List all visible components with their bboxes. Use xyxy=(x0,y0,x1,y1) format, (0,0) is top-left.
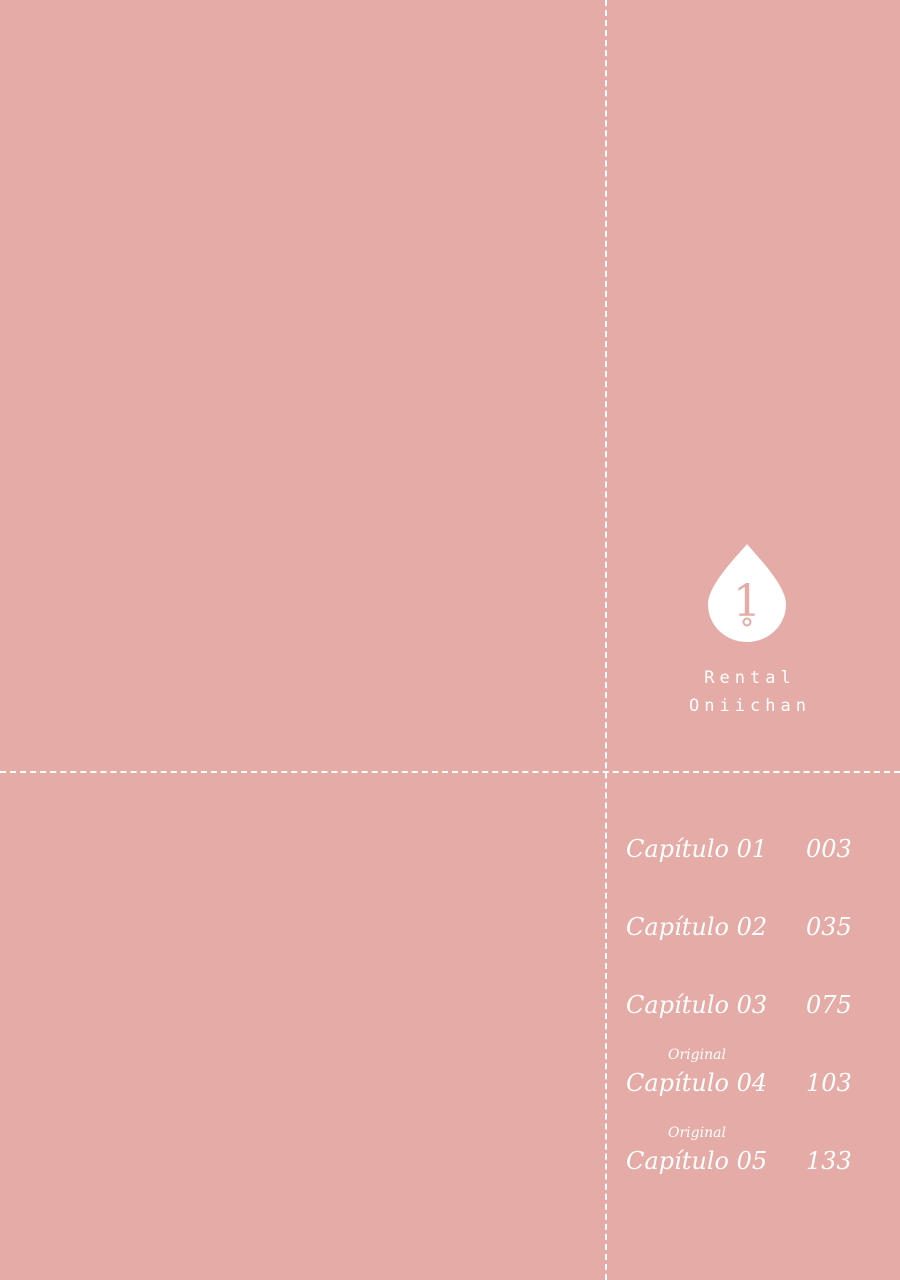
series-title-line-2: Oniichan xyxy=(689,696,811,716)
vertical-dashed-line xyxy=(605,0,607,1280)
toc-entry-page: 035 xyxy=(806,913,852,941)
horizontal-dashed-line xyxy=(0,771,900,773)
toc-entry-label: Capítulo 03 xyxy=(626,991,768,1019)
toc-entry-label: Capítulo 02 xyxy=(626,913,768,941)
toc-entry-label: Capítulo 05 xyxy=(626,1147,768,1175)
toc-entry-note: Original xyxy=(668,1125,726,1141)
toc-entry-note: Original xyxy=(668,1047,726,1063)
toc-entry-page: 075 xyxy=(806,991,852,1019)
toc-entry: Capítulo 01 003 xyxy=(626,832,876,910)
series-title: Rental Oniichan xyxy=(660,664,840,720)
toc-entry-label: Capítulo 04 xyxy=(626,1069,768,1097)
toc-entry-page: 003 xyxy=(806,835,852,863)
toc-entry: Original Capítulo 04 103 xyxy=(626,1047,876,1144)
table-of-contents: Capítulo 01 003 Capítulo 02 035 Capítulo… xyxy=(626,832,876,1222)
book-page: 1 Rental Oniichan Capítulo 01 003 Capítu… xyxy=(0,0,900,1280)
toc-entry-page: 133 xyxy=(806,1147,852,1175)
series-title-line-1: Rental xyxy=(704,668,796,688)
toc-entry: Original Capítulo 05 133 xyxy=(626,1125,876,1222)
toc-entry-page: 103 xyxy=(806,1069,852,1097)
toc-entry: Capítulo 02 035 xyxy=(626,910,876,988)
toc-entry-label: Capítulo 01 xyxy=(626,835,768,863)
water-drop-icon: 1 xyxy=(708,544,786,642)
toc-entry: Capítulo 03 075 xyxy=(626,988,876,1066)
